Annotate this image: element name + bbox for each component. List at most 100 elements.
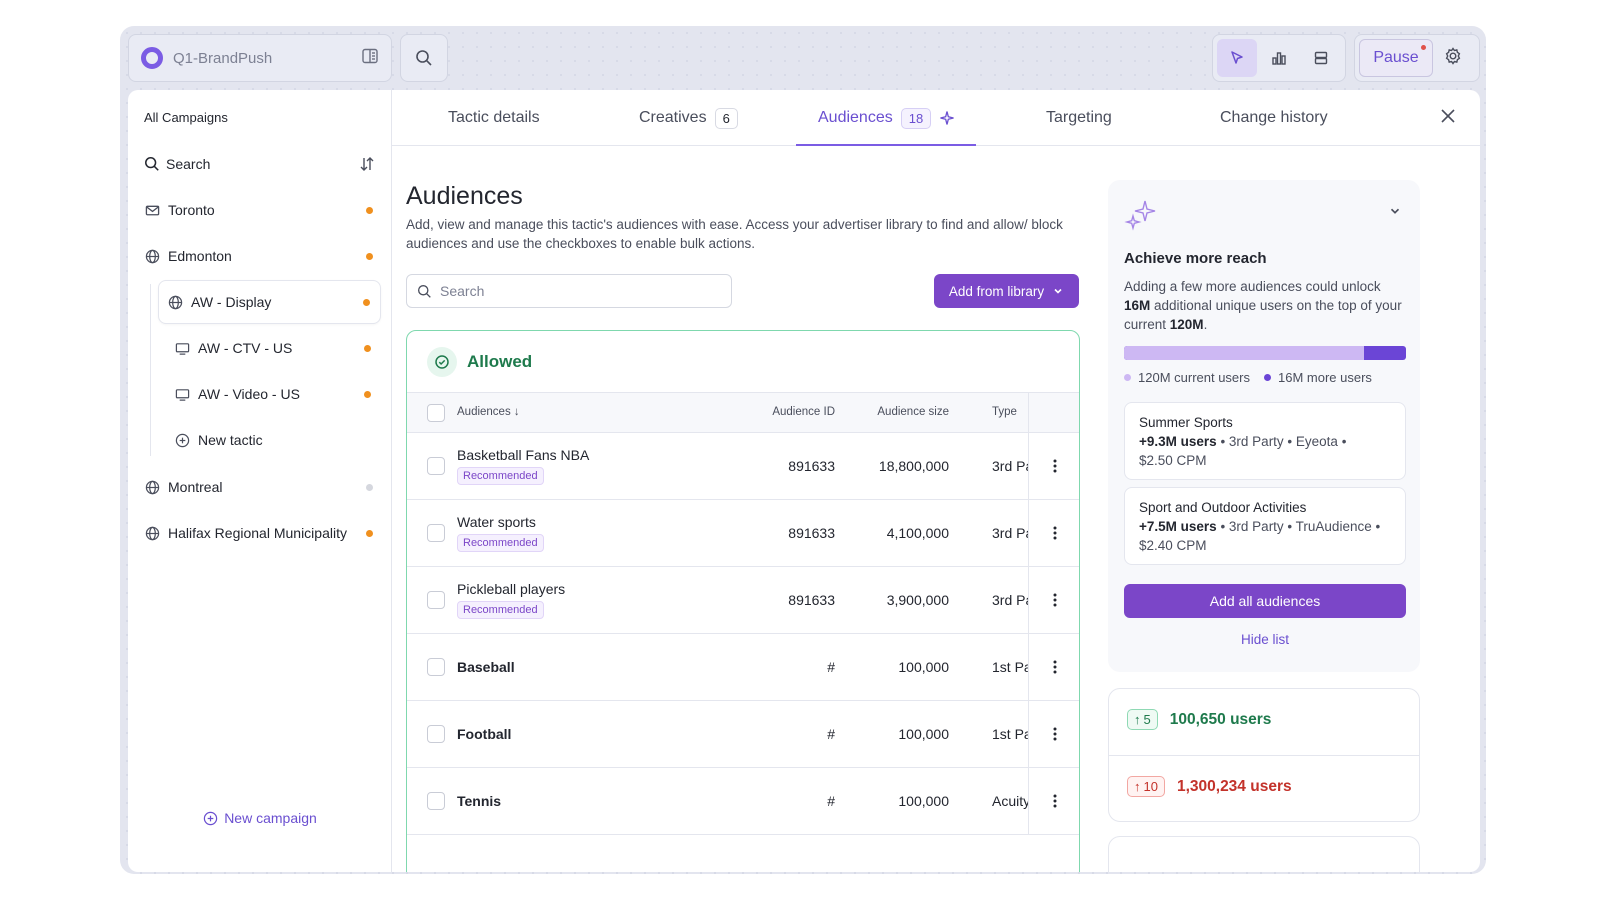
audience-type: 3rd Party [992,525,1028,541]
sidebar-item-label: Edmonton [168,248,232,264]
recommended-badge: Recommended [457,534,544,552]
table-row[interactable]: Tennis #100,000 Acuity [407,768,1079,835]
row-checkbox[interactable] [427,591,445,609]
global-search-button[interactable] [400,34,448,82]
suggestion-card[interactable]: Sport and Outdoor Activities +7.5M users… [1124,487,1406,565]
tab-targeting[interactable]: Targeting [1046,90,1112,146]
sidebar-item-aw-display[interactable]: AW - Display [158,280,381,324]
new-campaign-label: New campaign [224,810,317,826]
new-campaign-button[interactable]: New campaign [128,810,392,826]
audience-id: 891633 [788,592,835,608]
more-options-icon[interactable] [1028,500,1079,566]
new-tactic-button[interactable]: New tactic [166,418,381,462]
add-all-audiences-button[interactable]: Add all audiences [1124,584,1406,618]
audience-name: Baseball [457,659,515,675]
table-row[interactable]: Pickleball players Recommended 891633 3,900… [407,567,1079,634]
tab-label: Targeting [1046,109,1112,126]
more-options-icon[interactable] [1028,433,1079,499]
sidebar-item-label: Halifax Regional Municipality [168,525,347,541]
table-header: Audiences ↓ Audience ID Audience size Ty… [407,393,1079,433]
search-icon [418,284,431,298]
suggestion-meta: • 3rd Party • TruAudience • [1220,519,1381,534]
stats-card: ↑ 5 100,650 users ↑ 10 1,300,234 users [1108,688,1420,822]
main-panel: All Campaigns Search Toronto Edmonton AW… [128,90,1480,872]
reach-title: Achieve more reach [1124,250,1267,267]
suggestion-card[interactable]: Summer Sports +9.3M users • 3rd Party • … [1124,402,1406,480]
sidebar-item-aw-ctv-us[interactable]: AW - CTV - US [166,326,381,370]
sidebar-item-montreal[interactable]: Montreal [144,465,375,509]
hide-list-link[interactable]: Hide list [1124,632,1406,647]
sidebar-search[interactable]: Search [144,156,375,172]
allowed-audiences-table: Allowed Audiences ↓ Audience ID Audience… [406,330,1080,872]
table-row[interactable]: Baseball #100,000 1st Party [407,634,1079,701]
tab-audiences[interactable]: Audiences 18 [818,90,955,146]
legend-more: 16M more users [1264,370,1372,385]
globe-icon [144,479,160,495]
reach-text: additional unique users on the top of yo… [1124,298,1402,332]
sort-icon[interactable] [359,156,375,172]
table-row[interactable]: Basketball Fans NBA Recommended 891633 18,8… [407,433,1079,500]
more-options-icon[interactable] [1028,701,1079,767]
globe-icon [144,248,160,264]
divider [1109,755,1419,756]
brand-logo-icon [141,47,163,69]
chart-view-button[interactable] [1259,39,1299,77]
sidebar-item-toronto[interactable]: Toronto [144,188,375,232]
sidebar-item-label: Toronto [168,202,215,218]
audience-name: Pickleball players [457,581,566,597]
tree-line [150,284,151,456]
settings-icon[interactable] [1443,46,1463,71]
row-checkbox[interactable] [427,725,445,743]
tab-creatives[interactable]: Creatives 6 [639,90,738,146]
bar-chart-icon [1272,52,1286,65]
sidebar-item-aw-video-us[interactable]: AW - Video - US [166,372,381,416]
globe-icon [144,525,160,541]
reach-more-value: 16M [1124,298,1151,313]
status-dot [364,344,371,352]
column-audiences[interactable]: Audiences ↓ [457,406,520,418]
more-options-icon[interactable] [1028,768,1079,834]
list-view-button[interactable] [1301,39,1341,77]
cursor-view-button[interactable] [1217,39,1257,77]
campaign-controls: Pause [1354,34,1480,82]
legend-label: 120M current users [1138,370,1250,385]
project-switcher[interactable]: Q1-BrandPush [128,34,392,82]
table-row[interactable]: Football #100,000 1st Party [407,701,1079,768]
suggestion-cpm: $2.40 CPM [1139,538,1207,553]
row-checkbox[interactable] [427,792,445,810]
sidebar-item-halifax[interactable]: Halifax Regional Municipality [144,511,375,555]
tab-tactic-details[interactable]: Tactic details [448,90,540,146]
change-badge: ↑ 5 [1127,709,1158,730]
close-icon[interactable] [1438,106,1458,131]
tab-change-history[interactable]: Change history [1220,90,1328,146]
suggestion-meta: • 3rd Party • Eyeota • [1220,434,1347,449]
sidebar-item-label: AW - Display [191,294,272,310]
column-label: Audiences [457,406,511,418]
add-from-library-button[interactable]: Add from library [934,274,1079,308]
status-dot [364,390,371,398]
sidebar-title: All Campaigns [144,110,228,125]
arrow-down-icon: ↓ [513,406,520,418]
audience-type: 3rd Party [992,458,1028,474]
audience-search-input[interactable]: Search [406,274,732,308]
more-options-icon[interactable] [1028,567,1079,633]
more-options-icon[interactable] [1028,634,1079,700]
stats-card-partial [1108,836,1420,872]
sidebar-item-label: AW - Video - US [198,386,300,402]
table-row[interactable]: Water sports Recommended 891633 4,100,000 3r… [407,500,1079,567]
select-all-checkbox[interactable] [427,404,445,422]
campaign-sidebar: All Campaigns Search Toronto Edmonton AW… [128,90,392,872]
row-checkbox[interactable] [427,524,445,542]
add-from-library-label: Add from library [948,283,1045,299]
audience-name: Football [457,726,512,742]
sidebar-search-label: Search [166,156,211,172]
reach-text: Adding a few more audiences could unlock [1124,279,1381,294]
audience-id: 891633 [788,525,835,541]
pause-button[interactable]: Pause [1359,39,1433,77]
row-checkbox[interactable] [427,457,445,475]
tv-icon [174,386,190,402]
sidebar-toggle-icon[interactable] [361,47,379,70]
chevron-down-icon[interactable] [1388,204,1402,223]
sidebar-item-edmonton[interactable]: Edmonton [144,234,375,278]
row-checkbox[interactable] [427,658,445,676]
